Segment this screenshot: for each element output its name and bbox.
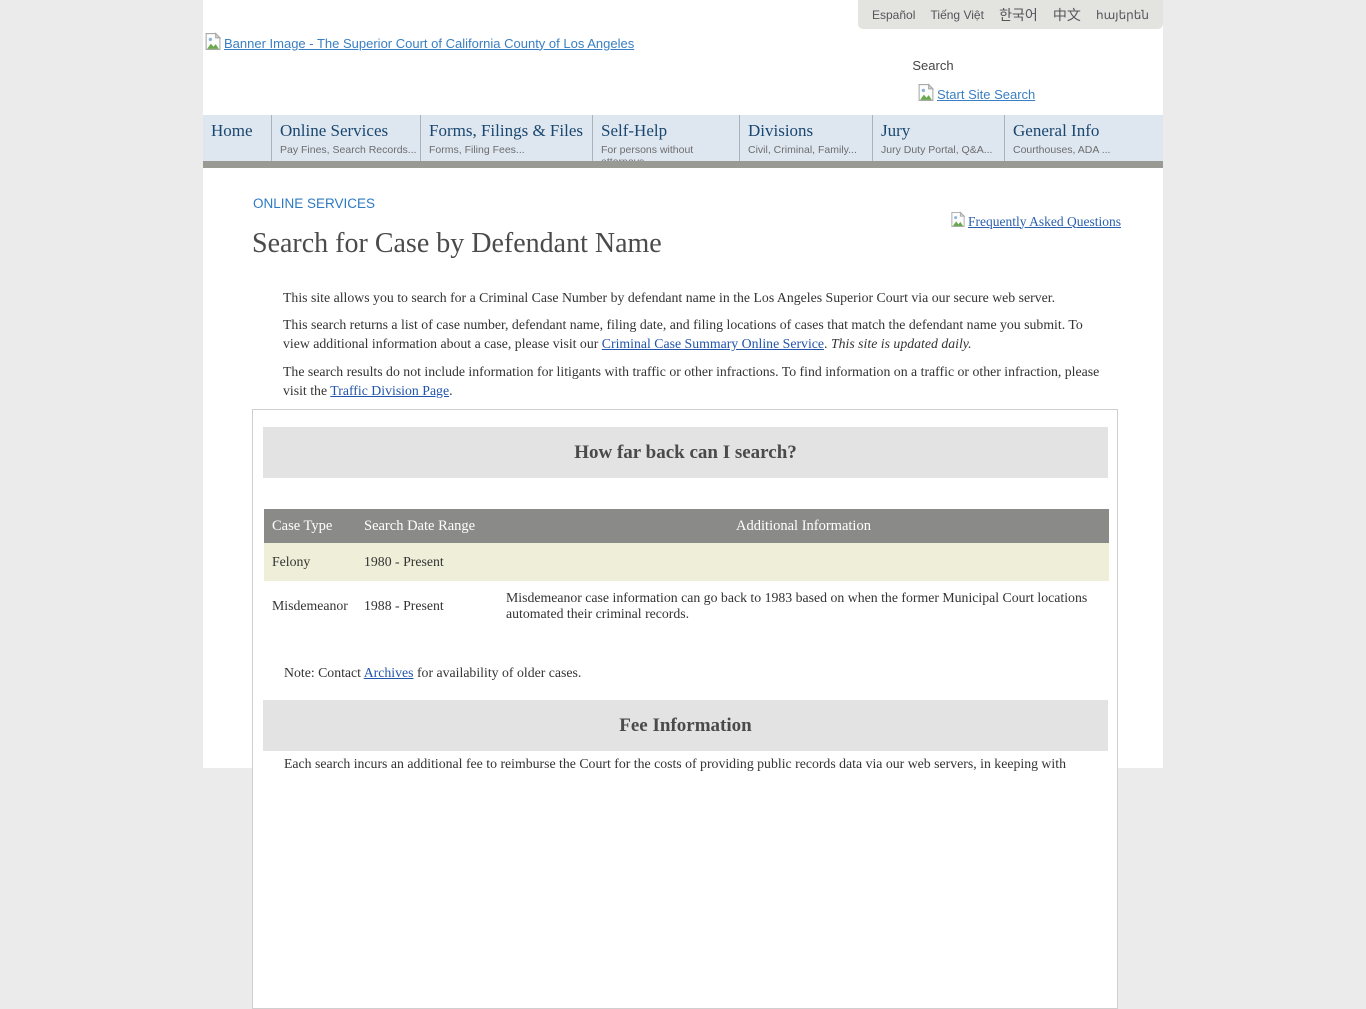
search-range-table: Case Type Search Date Range Additional I… [264, 509, 1109, 631]
lang-vietnamese[interactable]: Tiếng Việt [931, 8, 984, 22]
col-header-additional-info: Additional Information [498, 509, 1109, 543]
nav-label: General Info [1013, 121, 1163, 141]
intro-paragraph-2: This search returns a list of case numbe… [283, 315, 1105, 353]
col-header-case-type: Case Type [264, 509, 356, 543]
broken-image-icon [204, 32, 222, 54]
lang-spanish[interactable]: Español [872, 8, 915, 22]
table-header-row: Case Type Search Date Range Additional I… [264, 509, 1109, 543]
col-header-date-range: Search Date Range [356, 509, 498, 543]
criminal-case-summary-link[interactable]: Criminal Case Summary Online Service [602, 336, 824, 351]
intro-paragraph-1: This site allows you to search for a Cri… [283, 288, 1105, 307]
cell-case-type: Misdemeanor [264, 581, 356, 631]
note-text-after: for availability of older cases. [414, 665, 582, 680]
nav-subtitle: Courthouses, ADA ... [1013, 144, 1163, 156]
nav-label: Home [211, 121, 271, 141]
breadcrumb-online-services[interactable]: ONLINE SERVICES [253, 196, 375, 211]
main-navigation: Home Online Services Pay Fines, Search R… [203, 115, 1163, 161]
faq-link[interactable]: Frequently Asked Questions [950, 211, 1121, 232]
fee-paragraph: Each search incurs an additional fee to … [284, 754, 1094, 773]
nav-label: Forms, Filings & Files [429, 121, 592, 141]
nav-item-divisions[interactable]: Divisions Civil, Criminal, Family... [740, 115, 873, 161]
language-bar: Español Tiếng Việt 한국어 中文 հայերեն [858, 0, 1163, 29]
banner-alt-text: Banner Image - The Superior Court of Cal… [224, 36, 634, 51]
p3-period: . [449, 383, 452, 398]
banner-link[interactable]: Banner Image - The Superior Court of Cal… [204, 32, 634, 54]
p2-italic-note: This site is updated daily. [831, 336, 972, 351]
nav-label: Self-Help [601, 121, 739, 141]
intro-paragraph-3: The search results do not include inform… [283, 362, 1105, 400]
site-search-label: Start Site Search [937, 87, 1035, 102]
fee-information-heading: Fee Information [263, 700, 1108, 751]
cell-case-type: Felony [264, 543, 356, 581]
page-title: Search for Case by Defendant Name [252, 228, 662, 260]
lang-armenian[interactable]: հայերեն [1096, 8, 1149, 22]
search-label: Search [833, 58, 1033, 73]
table-row-felony: Felony 1980 - Present [264, 543, 1109, 581]
nav-label: Online Services [280, 121, 420, 141]
traffic-division-link[interactable]: Traffic Division Page [330, 383, 449, 398]
lang-chinese[interactable]: 中文 [1053, 5, 1081, 25]
nav-item-forms-filings-files[interactable]: Forms, Filings & Files Forms, Filing Fee… [421, 115, 593, 161]
nav-item-self-help[interactable]: Self-Help For persons without attorneys [593, 115, 740, 161]
cell-date-range: 1980 - Present [356, 543, 498, 581]
nav-label: Divisions [748, 121, 872, 141]
content-column: Español Tiếng Việt 한국어 中文 հայերեն Banner… [203, 0, 1163, 768]
note-text: Note: Contact [284, 665, 364, 680]
nav-item-general-info[interactable]: General Info Courthouses, ADA ... [1005, 115, 1163, 161]
cell-date-range: 1988 - Present [356, 581, 498, 631]
nav-subtitle: Forms, Filing Fees... [429, 144, 592, 156]
start-site-search-link[interactable]: Start Site Search [917, 83, 1035, 105]
nav-subtitle: Civil, Criminal, Family... [748, 144, 872, 156]
nav-item-home[interactable]: Home [203, 115, 272, 161]
nav-subtitle: Pay Fines, Search Records... [280, 144, 420, 156]
p2-period: . [824, 336, 831, 351]
lang-korean[interactable]: 한국어 [999, 5, 1038, 25]
nav-divider-strip [203, 161, 1163, 168]
nav-item-online-services[interactable]: Online Services Pay Fines, Search Record… [272, 115, 421, 161]
archives-note: Note: Contact Archives for availability … [284, 665, 581, 681]
archives-link[interactable]: Archives [364, 665, 414, 680]
nav-item-jury[interactable]: Jury Jury Duty Portal, Q&A... [873, 115, 1005, 161]
nav-subtitle: Jury Duty Portal, Q&A... [881, 144, 1004, 156]
faq-link-label: Frequently Asked Questions [968, 214, 1121, 230]
nav-label: Jury [881, 121, 1004, 141]
info-card: How far back can I search? Case Type Sea… [252, 409, 1118, 1009]
cell-info: Misdemeanor case information can go back… [498, 581, 1109, 631]
broken-image-icon [917, 83, 935, 105]
broken-image-icon [950, 211, 966, 232]
how-far-back-heading: How far back can I search? [263, 427, 1108, 478]
table-row-misdemeanor: Misdemeanor 1988 - Present Misdemeanor c… [264, 581, 1109, 631]
cell-info [498, 543, 1109, 581]
